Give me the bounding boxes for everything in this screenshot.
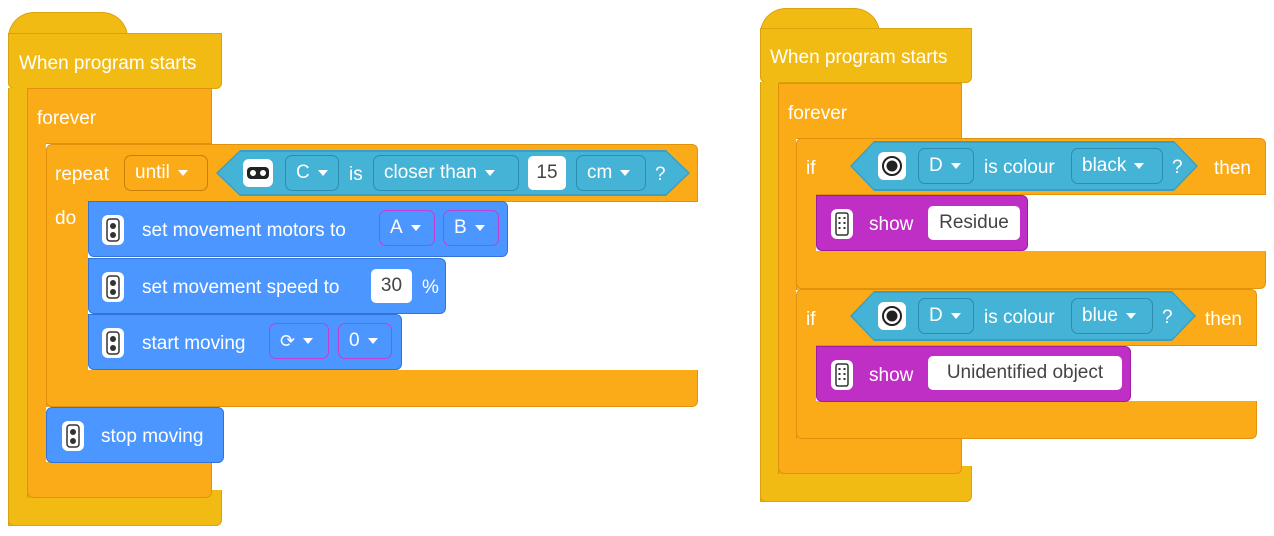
colour-1-value: black [1082, 155, 1127, 176]
colour-1-port-dropdown[interactable]: D [918, 148, 974, 184]
distance-port-value: C [296, 162, 310, 183]
colour-1-dropdown[interactable]: black [1071, 148, 1163, 184]
colour-1-port-value: D [929, 155, 943, 176]
colour-2-is-label: is colour [984, 307, 1055, 328]
start-moving-label: start moving [142, 333, 246, 354]
left-repeat-label: repeat [55, 164, 109, 185]
color-sensor-icon [878, 302, 906, 330]
motor-port-a-dropdown[interactable]: A [379, 210, 435, 246]
right-hat-label: When program starts [770, 47, 948, 68]
chevron-down-icon [303, 338, 314, 344]
distance-question-mark: ? [655, 164, 666, 185]
show-1-label: show [869, 214, 914, 235]
direction-dropdown[interactable]: ⟳ [269, 323, 329, 359]
colour-2-port-value: D [929, 305, 943, 326]
motor-pair-icon [102, 215, 124, 245]
steering-dropdown[interactable]: 0 [338, 323, 392, 359]
colour-1-question-mark: ? [1172, 157, 1183, 178]
if-2-bottom-arm [796, 401, 1257, 439]
chevron-down-icon [1125, 313, 1136, 319]
right-forever-bottom [778, 438, 962, 474]
motor-pair-icon [62, 421, 84, 451]
distance-port-dropdown[interactable]: C [285, 155, 339, 191]
set-speed-unit: % [422, 277, 439, 298]
left-forever-bottom [27, 462, 212, 498]
motor-port-b-dropdown[interactable]: B [443, 210, 499, 246]
left-event-spine [8, 88, 28, 526]
repeat-bottom-arm [46, 370, 698, 407]
chevron-down-icon [367, 338, 378, 344]
chevron-down-icon [410, 225, 421, 231]
chevron-down-icon [484, 170, 495, 176]
chevron-down-icon [950, 313, 961, 319]
colour-2-port-dropdown[interactable]: D [918, 298, 974, 334]
steering-value: 0 [349, 330, 360, 351]
distance-comparison-value: closer than [384, 162, 477, 183]
left-forever-spine [27, 143, 46, 498]
color-sensor-icon [878, 152, 906, 180]
right-event-spine [760, 82, 779, 502]
chevron-down-icon [1134, 163, 1145, 169]
chevron-down-icon [317, 170, 328, 176]
show-1-text-input[interactable]: Residue [928, 206, 1020, 240]
colour-1-is-label: is colour [984, 157, 1055, 178]
motor-pair-icon [102, 328, 124, 358]
repeat-mode-value: until [135, 162, 170, 183]
set-speed-label: set movement speed to [142, 277, 340, 298]
distance-comparison-dropdown[interactable]: closer than [373, 155, 519, 191]
light-matrix-icon [831, 360, 853, 390]
right-forever-block[interactable]: forever [778, 83, 962, 139]
stop-moving-block[interactable]: stop moving [46, 407, 224, 463]
show-2-text-input[interactable]: Unidentified object [928, 356, 1122, 390]
show-2-label: show [869, 365, 914, 386]
right-when-program-starts-block[interactable]: When program starts [760, 28, 972, 83]
if-1-then-label: then [1214, 158, 1251, 179]
if-2-then-label: then [1205, 309, 1242, 330]
right-forever-label: forever [788, 103, 848, 124]
chevron-down-icon [950, 163, 961, 169]
chevron-down-icon [474, 225, 485, 231]
light-matrix-icon [831, 209, 853, 239]
set-motors-label: set movement motors to [142, 220, 346, 241]
colour-2-value: blue [1082, 305, 1118, 326]
colour-2-question-mark: ? [1162, 307, 1173, 328]
distance-is-label: is [349, 164, 363, 185]
if-2-label: if [806, 309, 816, 330]
motor-port-b-value: B [454, 217, 467, 238]
speed-value-input[interactable]: 30 [371, 269, 412, 303]
repeat-mode-dropdown[interactable]: until [124, 155, 208, 191]
left-forever-label: forever [37, 108, 97, 129]
colour-2-dropdown[interactable]: blue [1071, 298, 1153, 334]
left-hat-label: When program starts [19, 53, 197, 74]
distance-sensor-icon [243, 159, 273, 187]
repeat-do-label: do [55, 208, 77, 229]
chevron-down-icon [620, 170, 631, 176]
distance-unit-value: cm [587, 162, 613, 183]
left-when-program-starts-block[interactable]: When program starts [8, 33, 222, 89]
distance-unit-dropdown[interactable]: cm [576, 155, 646, 191]
motor-pair-icon [102, 272, 124, 302]
stop-moving-label: stop moving [101, 426, 204, 447]
distance-value-input[interactable]: 15 [528, 156, 566, 190]
chevron-down-icon [177, 170, 188, 176]
if-1-label: if [806, 158, 816, 179]
left-forever-block[interactable]: forever [27, 88, 212, 144]
if-1-bottom-arm [796, 251, 1266, 289]
motor-port-a-value: A [390, 217, 403, 238]
right-forever-spine [778, 138, 796, 474]
rotate-clockwise-icon: ⟳ [280, 330, 296, 351]
